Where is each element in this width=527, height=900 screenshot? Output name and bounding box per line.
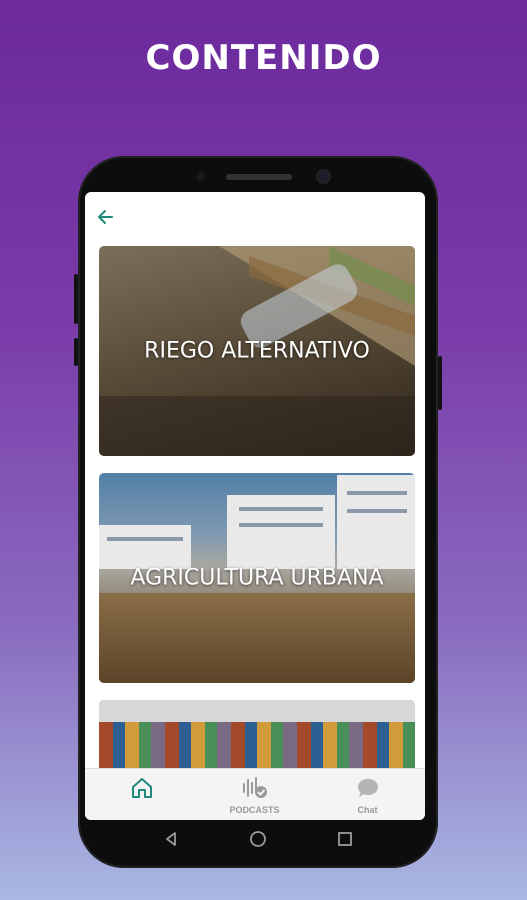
system-navigation-bar	[78, 820, 438, 860]
side-key	[438, 356, 442, 410]
app-screen: RIEGO ALTERNATIVO AGRICULTURA URBANA POD…	[85, 192, 425, 820]
volume-button	[74, 338, 78, 366]
content-card-agricultura[interactable]: AGRICULTURA URBANA	[99, 473, 415, 683]
podcast-icon	[242, 777, 267, 798]
nav-home[interactable]	[85, 769, 198, 820]
power-button	[74, 274, 78, 324]
card-title: AGRICULTURA URBANA	[130, 565, 384, 591]
window-row	[347, 491, 407, 495]
bottom-navigation: PODCASTS Chat	[85, 768, 425, 820]
nav-chat[interactable]: Chat	[311, 769, 424, 820]
front-camera	[318, 171, 329, 182]
nav-chat-label: Chat	[357, 805, 378, 815]
content-card-riego[interactable]: RIEGO ALTERNATIVO	[99, 246, 415, 456]
window-row	[107, 537, 183, 541]
arrow-left-icon	[98, 210, 113, 224]
home-icon	[131, 778, 152, 798]
earpiece-speaker	[226, 174, 292, 180]
window-row	[347, 509, 407, 513]
home-circle-icon[interactable]	[249, 830, 267, 848]
back-button[interactable]	[95, 206, 117, 228]
proximity-sensor	[196, 172, 205, 181]
garden-ground	[99, 593, 415, 683]
collage-sky	[99, 700, 415, 722]
recents-square-icon[interactable]	[336, 830, 354, 848]
card-title: RIEGO ALTERNATIVO	[144, 338, 370, 364]
building-right	[337, 475, 415, 569]
nav-podcasts-label: PODCASTS	[229, 805, 280, 815]
chat-icon	[357, 779, 378, 797]
building-left	[99, 525, 191, 569]
window-row	[239, 507, 323, 511]
nav-podcasts[interactable]: PODCASTS	[198, 769, 311, 820]
back-triangle-icon[interactable]	[162, 830, 180, 848]
page-headline: CONTENIDO	[145, 38, 382, 78]
window-row	[239, 523, 323, 527]
phone-frame: RIEGO ALTERNATIVO AGRICULTURA URBANA POD…	[74, 156, 442, 868]
